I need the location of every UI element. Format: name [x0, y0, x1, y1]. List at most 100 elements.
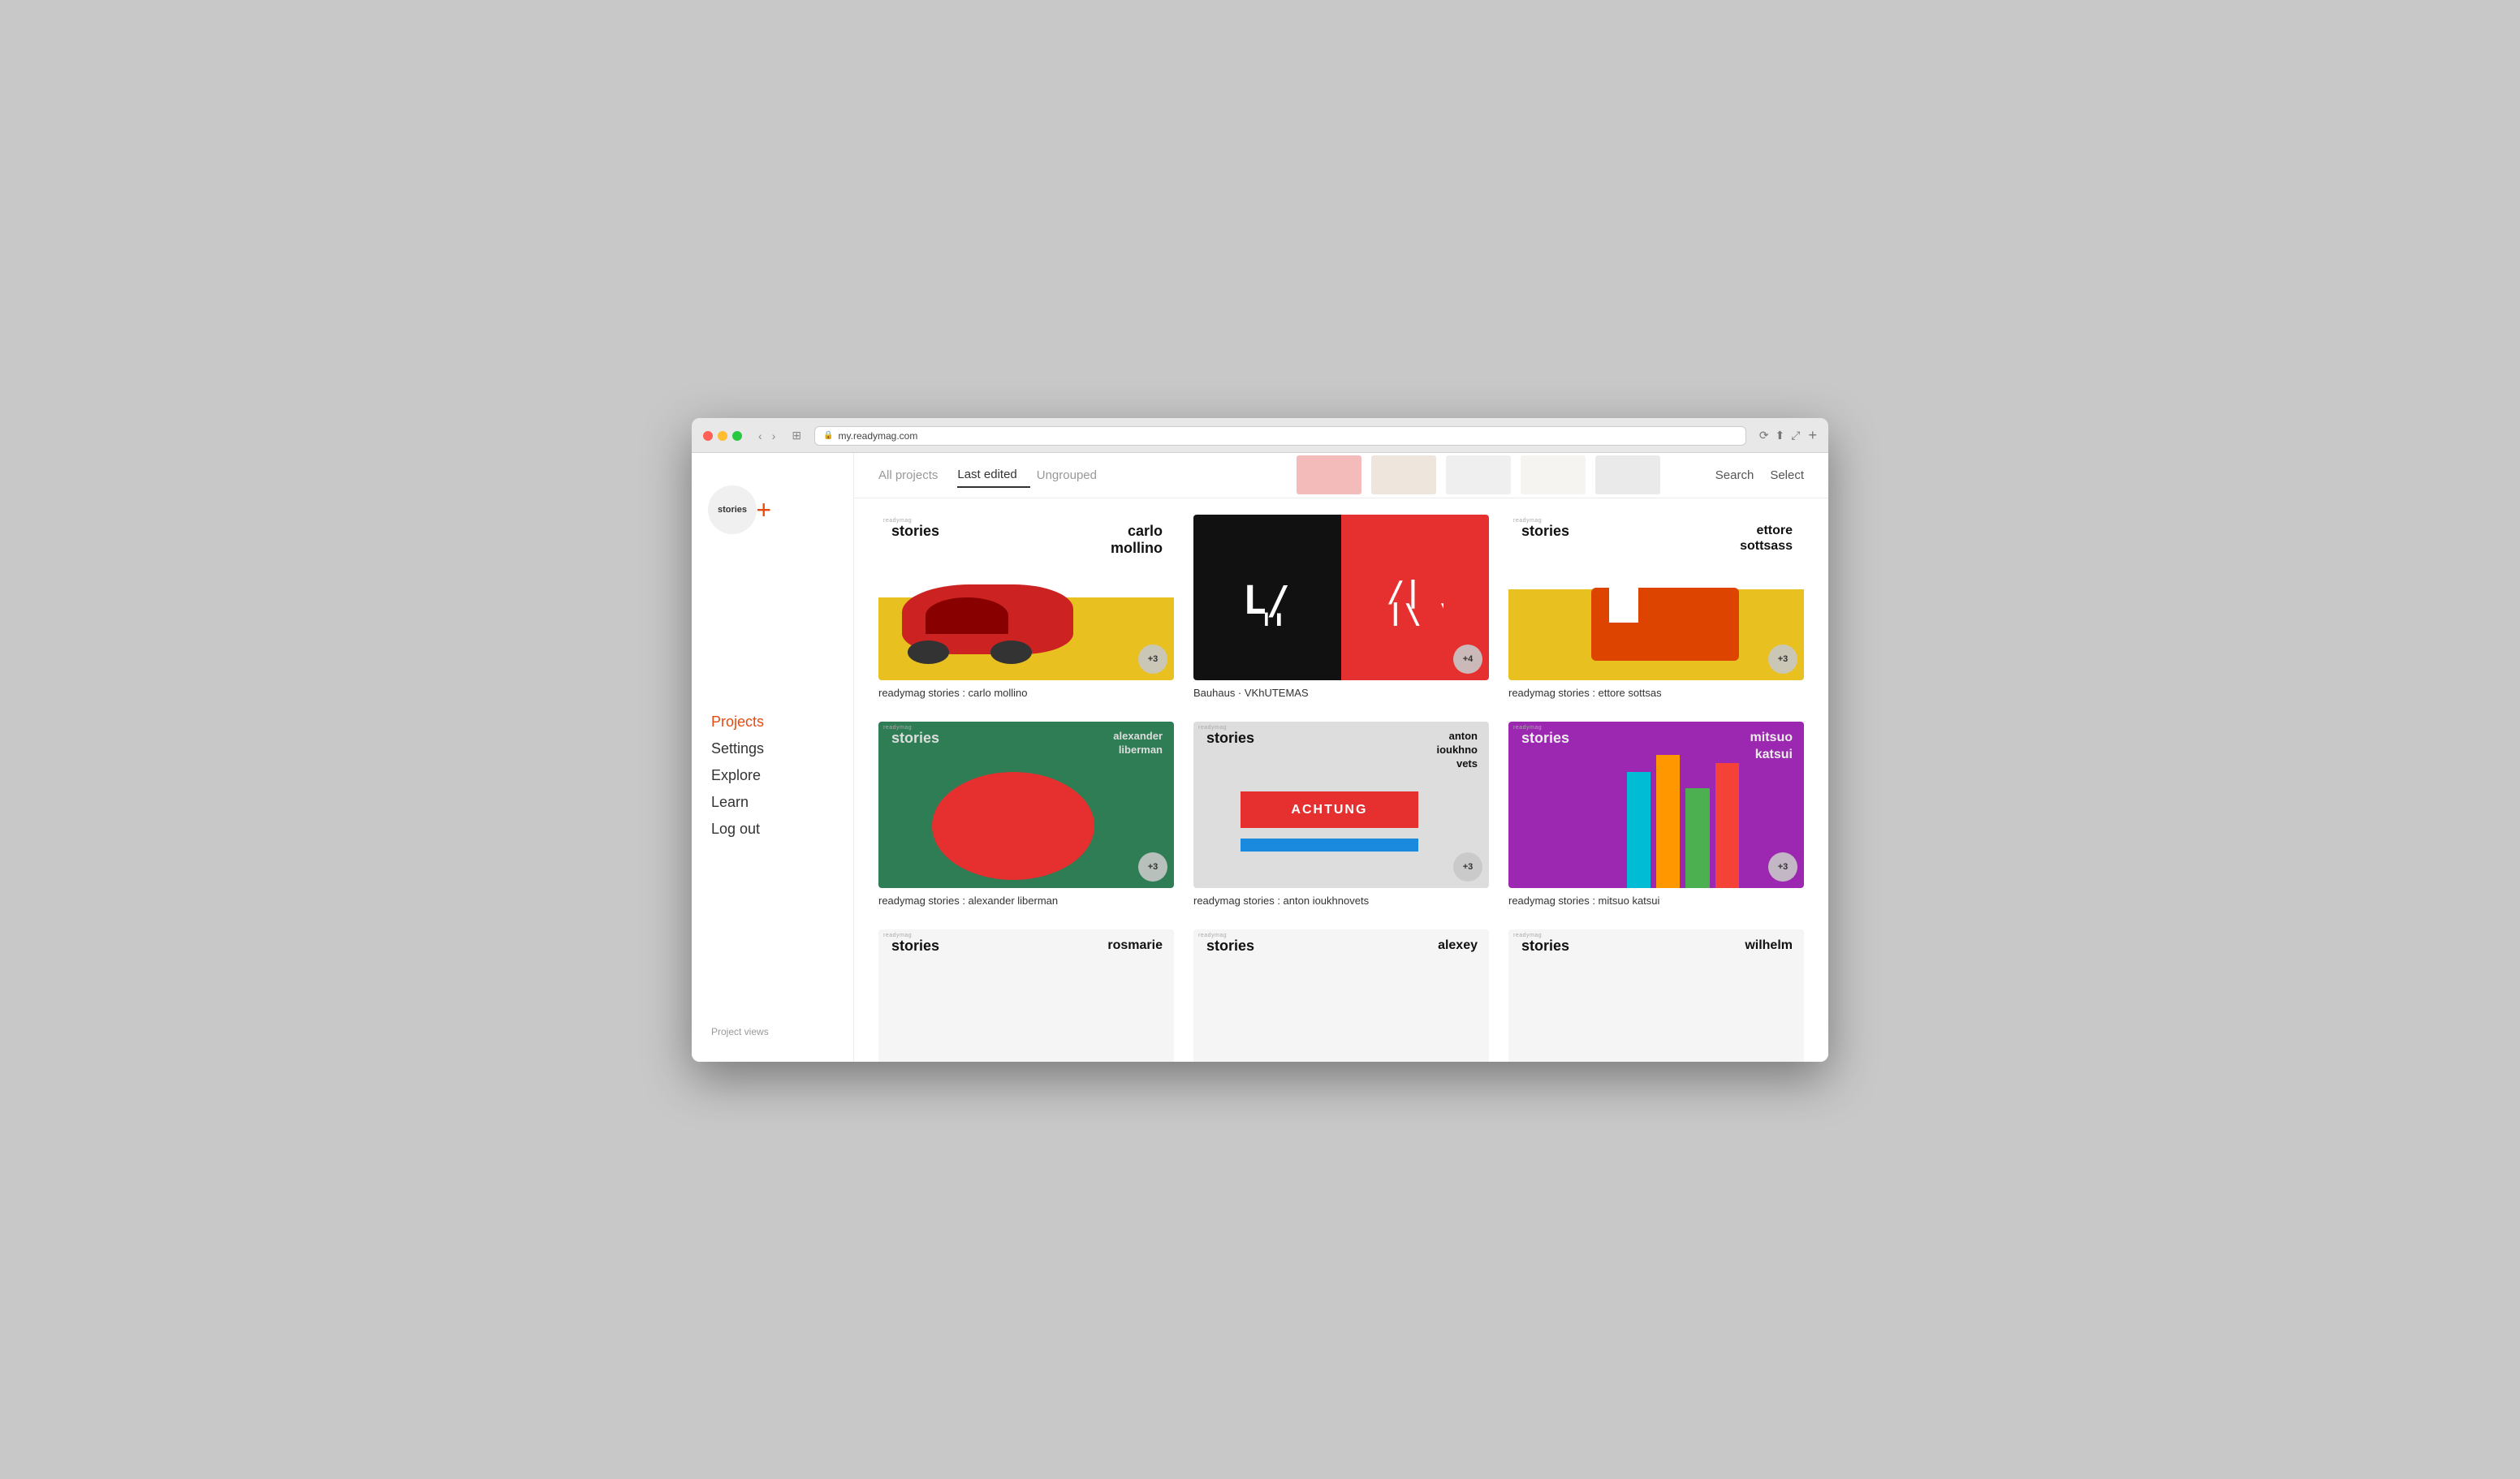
mitsuo-title: stories	[1521, 730, 1569, 747]
tab-all-projects[interactable]: All projects	[878, 463, 951, 488]
carlo-title: stories	[891, 523, 939, 540]
mitsuo-stripe1	[1627, 772, 1651, 888]
project-thumb-wilhelm: readymag stories wilhelm	[1508, 929, 1804, 1062]
traffic-lights	[703, 431, 742, 441]
nav-links: Projects Settings Explore Learn Log out	[692, 695, 853, 856]
featured-thumb-2	[1371, 455, 1436, 494]
select-button[interactable]: Select	[1770, 468, 1804, 482]
ettore-name: ettoresottsass	[1740, 523, 1793, 554]
alexey-name: alexey	[1438, 938, 1478, 955]
liberman-badge: +3	[1138, 852, 1167, 882]
browser-actions: ⟳ ⬆ ⤢	[1759, 429, 1801, 442]
bauhaus-label: Bauhaus · VKhUTEMAS	[1193, 687, 1489, 699]
nav-arrows: ‹ ›	[755, 428, 779, 444]
project-card-alexey[interactable]: readymag stories alexey readymag stories…	[1193, 929, 1489, 1062]
featured-thumb-1	[1297, 455, 1361, 494]
sidebar-item-learn[interactable]: Learn	[711, 791, 834, 813]
project-thumb-carlo-mollino: readymag stories carlomollino +3	[878, 515, 1174, 681]
reload-button[interactable]: ⟳	[1759, 429, 1769, 442]
carlo-name: carlomollino	[1111, 523, 1163, 558]
carlo-mollino-label: readymag stories : carlo mollino	[878, 687, 1174, 699]
tab-last-edited[interactable]: Last edited	[957, 463, 1029, 488]
bauhaus-badge: +4	[1453, 645, 1482, 674]
minimize-button[interactable]	[718, 431, 727, 441]
top-bar: All projects Last edited Ungrouped Searc…	[854, 453, 1828, 498]
project-card-rosmarie[interactable]: readymag stories rosmarie readymag stori…	[878, 929, 1174, 1062]
anton-title: stories	[1206, 730, 1254, 747]
mitsuo-stripe2	[1656, 755, 1680, 888]
featured-thumb-5	[1595, 455, 1660, 494]
ettore-badge: +3	[1768, 645, 1797, 674]
url-text: my.readymag.com	[839, 430, 918, 442]
forward-button[interactable]: ›	[769, 428, 779, 444]
sidebar-item-settings[interactable]: Settings	[711, 738, 834, 760]
achtung-text: ACHTUNG	[1291, 803, 1367, 817]
sidebar-toggle-button[interactable]: ⊞	[787, 427, 806, 444]
featured-thumb-4	[1521, 455, 1586, 494]
main-content[interactable]: All projects Last edited Ungrouped Searc…	[854, 453, 1828, 1062]
wilhelm-title: stories	[1521, 938, 1569, 955]
logo[interactable]: stories +	[708, 485, 757, 534]
bauhaus-right-glyph: /| -| |\ \|	[1387, 569, 1443, 626]
logo-plus-icon: +	[756, 497, 771, 523]
ettore-title: stories	[1521, 523, 1569, 540]
project-thumb-anton-ioukhnovets: readymag stories antonioukhnovets ACHTUN…	[1193, 722, 1489, 888]
anton-achtung-bar: ACHTUNG	[1241, 791, 1418, 828]
alexey-title: stories	[1206, 938, 1254, 955]
new-tab-button[interactable]: +	[1808, 427, 1817, 444]
project-card-bauhaus[interactable]: L/ _|L /| -| |\ \| +4	[1193, 515, 1489, 700]
lock-icon: 🔒	[823, 431, 833, 440]
sidebar-item-explore[interactable]: Explore	[711, 765, 834, 787]
close-button[interactable]	[703, 431, 713, 441]
project-card-anton-ioukhnovets[interactable]: readymag stories antonioukhnovets ACHTUN…	[1193, 722, 1489, 907]
project-card-ettore-sottsass[interactable]: readymag stories ettoresottsass +3 ready…	[1508, 515, 1804, 700]
tab-ungrouped[interactable]: Ungrouped	[1037, 463, 1110, 488]
project-thumb-alexey: readymag stories alexey	[1193, 929, 1489, 1062]
anton-name: antonioukhnovets	[1436, 730, 1478, 771]
maximize-button[interactable]	[732, 431, 742, 441]
liberman-name: alexanderliberman	[1113, 730, 1163, 757]
project-thumb-alexander-liberman: readymag stories alexanderliberman +3	[878, 722, 1174, 888]
sidebar-item-logout[interactable]: Log out	[711, 818, 834, 840]
project-card-mitsuo-katsui[interactable]: readymag stories mitsuokatsui +3 readyma…	[1508, 722, 1804, 907]
share-button[interactable]: ⬆	[1776, 429, 1785, 442]
fullscreen-button[interactable]: ⤢	[1791, 429, 1800, 442]
car-wheel-rear	[990, 640, 1032, 664]
mitsuo-katsui-label: readymag stories : mitsuo katsui	[1508, 895, 1804, 907]
liberman-label: readymag stories : alexander liberman	[878, 895, 1174, 907]
typewriter-paper	[1609, 576, 1638, 622]
car-wheel-front	[908, 640, 949, 664]
bauhaus-left: L/ _|L	[1193, 515, 1341, 681]
url-bar[interactable]: 🔒 my.readymag.com	[814, 426, 1746, 446]
top-actions: Search Select	[1715, 468, 1804, 482]
anton-ioukhnovets-label: readymag stories : anton ioukhnovets	[1193, 895, 1489, 907]
svg-text:|\ \|: |\ \|	[1387, 598, 1443, 626]
liberman-circle	[932, 772, 1094, 880]
liberman-title: stories	[891, 730, 939, 747]
mitsuo-name: mitsuokatsui	[1750, 730, 1793, 764]
mitsuo-stripe4	[1715, 763, 1739, 888]
project-thumb-ettore-sottsass: readymag stories ettoresottsass +3	[1508, 515, 1804, 681]
anton-blue-strip	[1241, 839, 1418, 852]
mitsuo-stripe3	[1685, 788, 1709, 888]
mitsuo-badge: +3	[1768, 852, 1797, 882]
project-thumb-mitsuo-katsui: readymag stories mitsuokatsui +3	[1508, 722, 1804, 888]
project-card-wilhelm[interactable]: readymag stories wilhelm readymag storie…	[1508, 929, 1804, 1062]
project-card-carlo-mollino[interactable]: readymag stories carlomollino +3 r	[878, 515, 1174, 700]
sidebar-item-projects[interactable]: Projects	[711, 711, 834, 733]
car-cockpit	[926, 597, 1008, 634]
tab-navigation: All projects Last edited Ungrouped	[878, 463, 1280, 488]
browser-chrome: ‹ › ⊞ 🔒 my.readymag.com ⟳ ⬆ ⤢ +	[692, 418, 1828, 453]
project-card-alexander-liberman[interactable]: readymag stories alexanderliberman +3 re…	[878, 722, 1174, 907]
wilhelm-name: wilhelm	[1745, 938, 1793, 955]
search-button[interactable]: Search	[1715, 468, 1754, 482]
rosmarie-name: rosmarie	[1107, 938, 1163, 955]
ettore-sottsass-label: readymag stories : ettore sottsas	[1508, 687, 1804, 699]
carlo-badge: +3	[1138, 645, 1167, 674]
back-button[interactable]: ‹	[755, 428, 766, 444]
svg-text:_|L: _|L	[1243, 608, 1290, 626]
browser-window: ‹ › ⊞ 🔒 my.readymag.com ⟳ ⬆ ⤢ + stories …	[692, 418, 1828, 1062]
rosmarie-title: stories	[891, 938, 939, 955]
project-views-label: Project views	[692, 1018, 853, 1046]
anton-badge: +3	[1453, 852, 1482, 882]
